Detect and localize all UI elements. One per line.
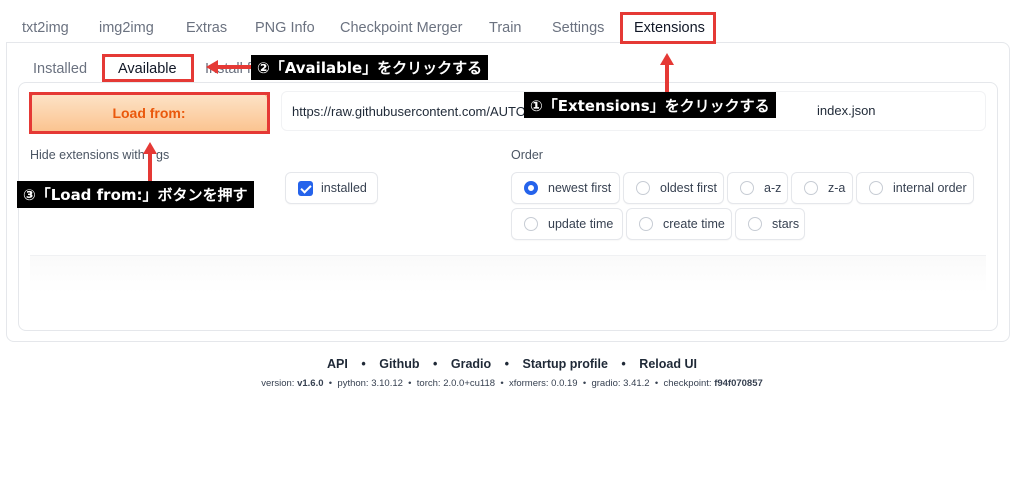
order-option-label: stars xyxy=(772,217,800,231)
python-version: python: 3.10.12 xyxy=(337,378,403,389)
extensions-table-area xyxy=(30,255,986,293)
checkpoint-value: f94f070857 xyxy=(714,378,763,389)
order-option-oldest-first[interactable]: oldest first xyxy=(623,172,724,204)
radio-icon xyxy=(869,181,883,195)
radio-selected-icon xyxy=(524,181,538,195)
gradio-version: gradio: 3.41.2 xyxy=(591,378,650,389)
footer-separator: • xyxy=(621,357,626,371)
footer-separator: • xyxy=(361,357,366,371)
highlight-load-button xyxy=(29,92,270,134)
version-value: v1.6.0 xyxy=(297,378,324,389)
tab-settings[interactable]: Settings xyxy=(552,20,604,36)
footer-separator: • xyxy=(504,357,510,371)
installed-checkbox[interactable]: installed xyxy=(285,172,378,204)
footer-link-gradio[interactable]: Gradio xyxy=(451,357,491,371)
order-option-create-time[interactable]: create time xyxy=(626,208,732,240)
hide-extensions-label: Hide extensions with xyxy=(30,148,145,162)
hide-extensions-label-start: Hide extensions with xyxy=(30,148,145,162)
footer-version-info: version: v1.6.0 • python: 3.10.12 • torc… xyxy=(261,378,763,389)
arrow-shaft xyxy=(148,153,152,181)
order-option-label: newest first xyxy=(548,181,612,195)
callout-step1: ①「Extensions」をクリックする xyxy=(524,92,776,118)
order-option-label: z-a xyxy=(828,181,846,195)
order-option-update-time[interactable]: update time xyxy=(511,208,623,240)
arrow-shaft xyxy=(216,65,252,69)
radio-icon xyxy=(524,217,538,231)
order-option-label: oldest first xyxy=(660,181,717,195)
radio-icon xyxy=(748,217,762,231)
highlight-extensions-tab xyxy=(620,12,716,44)
url-field-value-start: https://raw.githubusercontent.com/AUTOM xyxy=(292,103,537,119)
order-option-label: internal order xyxy=(893,181,967,195)
arrow-shaft xyxy=(665,64,669,92)
footer-link-startup-profile[interactable]: Startup profile xyxy=(523,357,608,371)
order-option-a-z[interactable]: a-z xyxy=(727,172,788,204)
subtab-installed[interactable]: Installed xyxy=(33,61,87,77)
tab-checkpoint-merger[interactable]: Checkpoint Merger xyxy=(340,20,463,36)
tab-train[interactable]: Train xyxy=(489,20,522,36)
tab-extras[interactable]: Extras xyxy=(186,20,227,36)
order-option-newest-first[interactable]: newest first xyxy=(511,172,620,204)
tab-txt2img[interactable]: txt2img xyxy=(22,20,69,36)
hide-extensions-label-end: gs xyxy=(156,148,170,162)
top-tab-bar: txt2img img2img Extras PNG Info Checkpoi… xyxy=(0,12,1024,44)
checkpoint-label: checkpoint: xyxy=(663,378,712,389)
radio-icon xyxy=(636,181,650,195)
callout-step2: ②「Available」をクリックする xyxy=(251,55,489,80)
footer-links: API • Github • Gradio • Startup profile … xyxy=(0,357,1024,371)
version-label: version: xyxy=(261,378,295,389)
order-option-stars[interactable]: stars xyxy=(735,208,805,240)
tab-img2img[interactable]: img2img xyxy=(99,20,154,36)
order-option-z-a[interactable]: z-a xyxy=(791,172,853,204)
checkbox-checked-icon xyxy=(298,180,313,196)
radio-icon xyxy=(804,181,818,195)
footer-link-reload-ui[interactable]: Reload UI xyxy=(639,357,697,371)
callout-step3: ③「Load from:」ボタンを押す xyxy=(17,181,254,208)
tab-png-info[interactable]: PNG Info xyxy=(255,20,315,36)
url-field-value-end: index.json xyxy=(817,103,876,118)
highlight-available-tab xyxy=(102,54,194,82)
radio-icon xyxy=(639,217,653,231)
radio-icon xyxy=(740,181,754,195)
footer-link-api[interactable]: API xyxy=(327,357,348,371)
torch-version: torch: 2.0.0+cu118 xyxy=(416,378,496,389)
order-option-internal-order[interactable]: internal order xyxy=(856,172,974,204)
footer-separator: • xyxy=(432,357,438,371)
order-label: Order xyxy=(511,148,543,162)
order-option-label: update time xyxy=(548,217,614,231)
order-option-label: a-z xyxy=(764,181,782,195)
order-option-label: create time xyxy=(663,217,725,231)
installed-checkbox-label: installed xyxy=(321,181,367,195)
xformers-version: xformers: 0.0.19 xyxy=(508,378,578,389)
footer-link-github[interactable]: Github xyxy=(379,357,419,371)
